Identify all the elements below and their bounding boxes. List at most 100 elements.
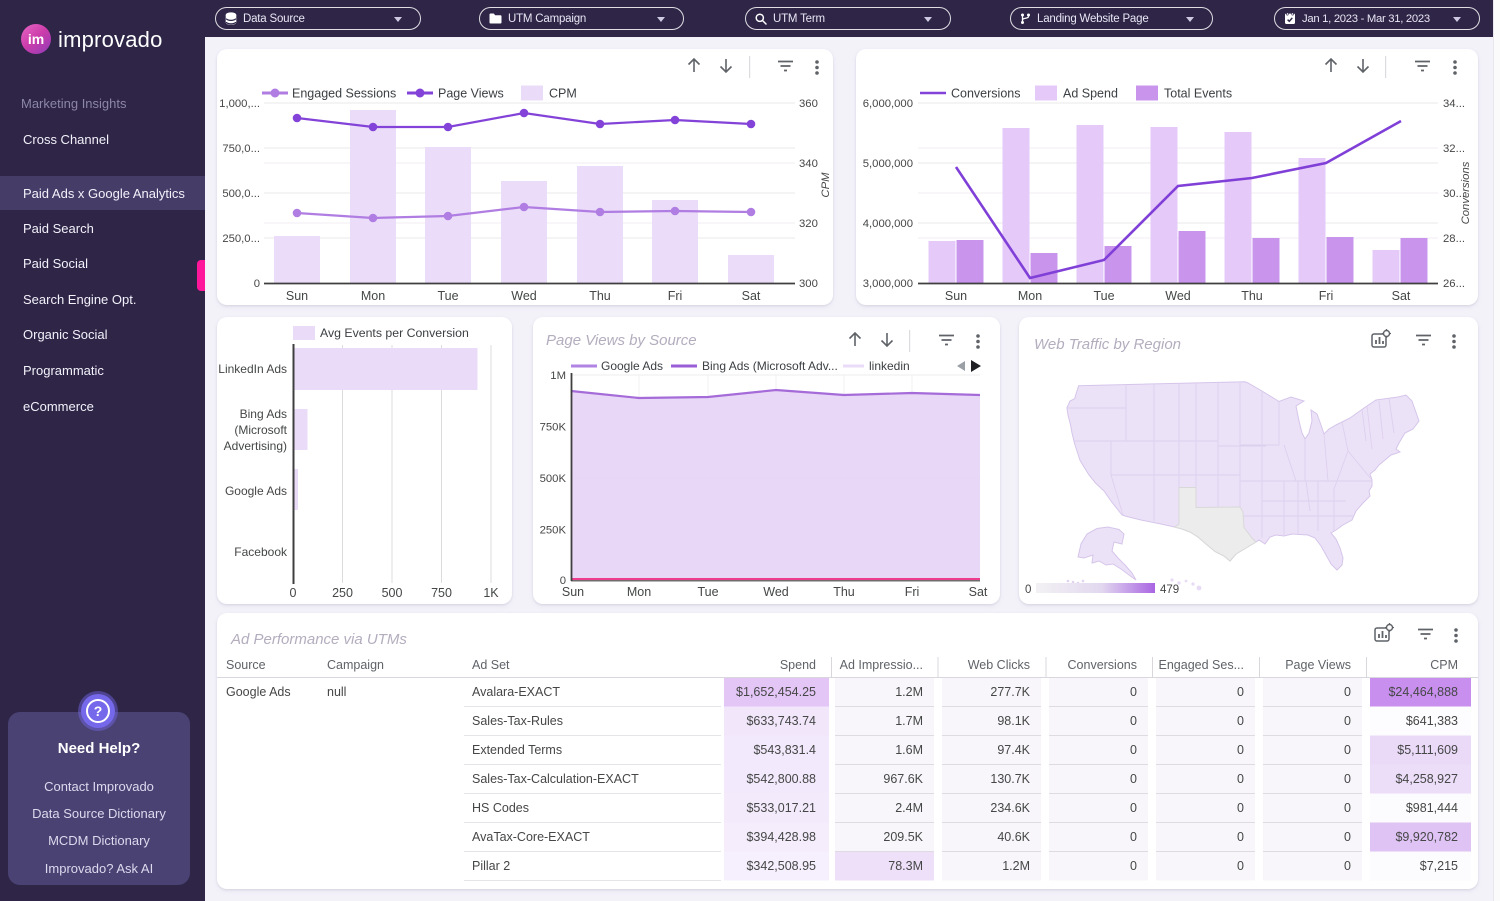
svg-text:0: 0 (1237, 859, 1244, 873)
svg-text:1.2M: 1.2M (1002, 859, 1030, 873)
svg-text:Page Views: Page Views (438, 87, 504, 101)
svg-text:CPM: CPM (549, 87, 577, 101)
svg-text:CPM: CPM (1430, 658, 1458, 672)
svg-text:3,000,000: 3,000,000 (863, 278, 913, 290)
svg-text:0: 0 (1344, 772, 1351, 786)
svg-text:250,0...: 250,0... (222, 233, 260, 245)
svg-text:0: 0 (1025, 584, 1031, 596)
svg-text:Sun: Sun (286, 289, 308, 303)
svg-text:Ad Performance via UTMs: Ad Performance via UTMs (230, 631, 407, 648)
svg-text:0: 0 (290, 586, 297, 600)
svg-text:0: 0 (1344, 714, 1351, 728)
svg-text:1.6M: 1.6M (895, 743, 923, 757)
svg-text:$633,743.74: $633,743.74 (746, 714, 816, 728)
svg-text:500: 500 (382, 586, 403, 600)
svg-text:Mon: Mon (1018, 289, 1042, 303)
svg-text:40.6K: 40.6K (997, 830, 1030, 844)
svg-text:0: 0 (1130, 685, 1137, 699)
svg-text:$543,831.4: $543,831.4 (753, 743, 816, 757)
svg-text:$394,428.98: $394,428.98 (746, 830, 816, 844)
svg-text:Engaged Ses...: Engaged Ses... (1159, 658, 1244, 672)
svg-text:Advertising): Advertising) (224, 439, 287, 453)
svg-text:Page Views: Page Views (1285, 658, 1351, 672)
svg-text:$342,508.95: $342,508.95 (746, 859, 816, 873)
svg-text:Sales-Tax-Calculation-EXACT: Sales-Tax-Calculation-EXACT (472, 772, 639, 786)
svg-text:HS Codes: HS Codes (472, 801, 529, 815)
svg-text:CPM: CPM (820, 172, 832, 198)
svg-text:Sat: Sat (1392, 289, 1411, 303)
svg-text:0: 0 (1344, 801, 1351, 815)
svg-text:Fri: Fri (905, 585, 920, 599)
svg-text:Bing Ads: Bing Ads (240, 407, 287, 421)
svg-text:Mon: Mon (627, 585, 651, 599)
svg-text:0: 0 (1344, 743, 1351, 757)
svg-text:Sun: Sun (562, 585, 584, 599)
svg-text:Conversions: Conversions (1460, 161, 1472, 224)
svg-text:Pillar 2: Pillar 2 (472, 859, 510, 873)
svg-text:5,000,000: 5,000,000 (863, 158, 913, 170)
svg-text:0: 0 (1130, 743, 1137, 757)
svg-text:Fri: Fri (1319, 289, 1334, 303)
svg-text:Ad Spend: Ad Spend (1063, 87, 1118, 101)
svg-text:967.6K: 967.6K (883, 772, 923, 786)
svg-text:6,000,000: 6,000,000 (863, 98, 913, 110)
svg-text:Google Ads: Google Ads (225, 484, 287, 498)
svg-text:AvaTax-Core-EXACT: AvaTax-Core-EXACT (472, 830, 590, 844)
svg-text:$4,258,927: $4,258,927 (1395, 772, 1458, 786)
svg-text:$1,652,454.25: $1,652,454.25 (736, 685, 816, 699)
svg-text:Thu: Thu (833, 585, 855, 599)
svg-text:Avg Events per Conversion: Avg Events per Conversion (320, 326, 469, 340)
svg-text:Engaged Sessions: Engaged Sessions (292, 87, 396, 101)
svg-text:0: 0 (1130, 859, 1137, 873)
svg-text:Sun: Sun (945, 289, 967, 303)
svg-text:750,0...: 750,0... (222, 143, 260, 155)
svg-text:750K: 750K (540, 422, 567, 434)
svg-text:78.3M: 78.3M (888, 859, 923, 873)
svg-text:LinkedIn Ads: LinkedIn Ads (218, 362, 287, 376)
svg-text:750: 750 (431, 586, 452, 600)
svg-text:1M: 1M (550, 370, 566, 382)
svg-text:Sat: Sat (742, 289, 761, 303)
svg-text:$7,215: $7,215 (1420, 859, 1458, 873)
svg-text:0: 0 (1130, 801, 1137, 815)
svg-text:97.4K: 97.4K (997, 743, 1030, 757)
svg-text:Conversions: Conversions (951, 87, 1020, 101)
svg-text:0: 0 (1130, 772, 1137, 786)
svg-text:277.7K: 277.7K (990, 685, 1030, 699)
svg-text:(Microsoft: (Microsoft (234, 423, 287, 437)
svg-text:Tue: Tue (1093, 289, 1114, 303)
svg-text:130.7K: 130.7K (990, 772, 1030, 786)
svg-text:Tue: Tue (437, 289, 458, 303)
svg-text:1.7M: 1.7M (895, 714, 923, 728)
svg-text:250: 250 (332, 586, 353, 600)
svg-text:Conversions: Conversions (1068, 658, 1137, 672)
svg-text:Tue: Tue (697, 585, 718, 599)
svg-text:479: 479 (1160, 584, 1179, 596)
svg-text:Sat: Sat (969, 585, 988, 599)
svg-text:209.5K: 209.5K (883, 830, 923, 844)
svg-text:Total Events: Total Events (1164, 87, 1232, 101)
svg-text:$542,800.88: $542,800.88 (746, 772, 816, 786)
svg-text:320: 320 (799, 218, 818, 230)
svg-text:1,000,...: 1,000,... (219, 98, 260, 110)
svg-text:Google Ads: Google Ads (601, 359, 663, 373)
svg-text:Source: Source (226, 658, 266, 672)
svg-text:0: 0 (1344, 859, 1351, 873)
svg-text:0: 0 (1237, 685, 1244, 699)
svg-text:Ad Impressio...: Ad Impressio... (840, 658, 923, 672)
svg-text:0: 0 (1344, 685, 1351, 699)
svg-text:Mon: Mon (361, 289, 385, 303)
svg-text:Avalara-EXACT: Avalara-EXACT (472, 685, 560, 699)
svg-text:0: 0 (1237, 801, 1244, 815)
svg-text:Campaign: Campaign (327, 658, 384, 672)
svg-text:$9,920,782: $9,920,782 (1395, 830, 1458, 844)
svg-text:$981,444: $981,444 (1406, 801, 1458, 815)
svg-text:1K: 1K (483, 586, 499, 600)
svg-text:linkedin: linkedin (869, 359, 910, 373)
svg-text:0: 0 (1237, 772, 1244, 786)
svg-text:250K: 250K (540, 525, 567, 537)
svg-text:32...: 32... (1443, 143, 1465, 155)
svg-text:Google Ads: Google Ads (226, 685, 291, 699)
svg-text:0: 0 (1237, 714, 1244, 728)
svg-text:$641,383: $641,383 (1406, 714, 1458, 728)
